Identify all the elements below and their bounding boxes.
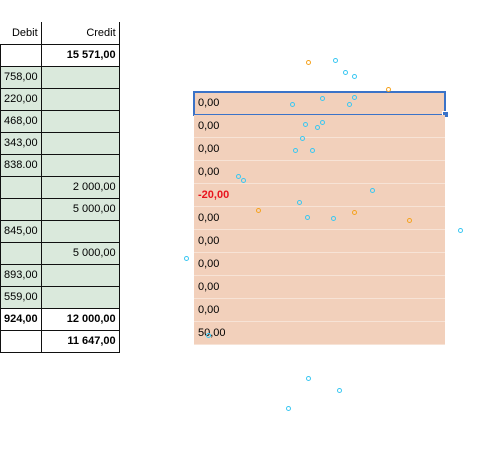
sparkle-dot — [286, 406, 291, 411]
value-cell[interactable]: 0,00 — [194, 253, 445, 276]
credit-cell[interactable] — [40, 219, 120, 243]
credit-cell[interactable]: 15 571,00 — [40, 43, 120, 67]
value-text: -20,00 — [198, 189, 230, 201]
table-row: 893,00 — [0, 263, 120, 287]
credit-cell[interactable] — [40, 109, 120, 133]
value-text: 0,00 — [198, 304, 220, 316]
table-row: 11 647,00 — [0, 329, 120, 353]
debit-cell[interactable]: 559,00 — [0, 285, 42, 309]
sparkle-dot — [347, 102, 352, 107]
value-cell[interactable]: 50,00 — [194, 322, 445, 345]
sparkle-dot — [241, 178, 246, 183]
credit-cell[interactable]: 11 647,00 — [40, 329, 120, 353]
table-row: 2 000,00 — [0, 175, 120, 199]
value-cell[interactable]: 0,00 — [194, 276, 445, 299]
credit-header[interactable]: Credit — [40, 22, 120, 45]
debit-cell[interactable] — [0, 43, 42, 67]
selected-value-cell[interactable]: 0,00 — [193, 91, 449, 118]
value-text: 0,00 — [198, 120, 220, 132]
sparkle-dot — [306, 376, 311, 381]
sparkle-dot — [320, 96, 325, 101]
debit-cell[interactable]: 343,00 — [0, 131, 42, 155]
sparkle-dot — [315, 125, 320, 130]
sparkle-dot — [297, 200, 302, 205]
credit-cell[interactable] — [40, 87, 120, 111]
value-text: 0,00 — [198, 97, 220, 109]
sparkle-dot — [320, 120, 325, 125]
table-row: 559,00 — [0, 285, 120, 309]
value-cell[interactable]: 0,00 — [194, 299, 445, 322]
table-row: 5 000,00 — [0, 197, 120, 221]
table-row: 5 000,00 — [0, 241, 120, 265]
value-text: 0,00 — [198, 212, 220, 224]
table-row: 468,00 — [0, 109, 120, 133]
sparkle-dot — [337, 388, 342, 393]
debit-cell[interactable]: 924,00 — [0, 307, 42, 331]
sparkle-dot — [300, 136, 305, 141]
sparkle-dot — [236, 174, 241, 179]
sparkle-dot — [352, 74, 357, 79]
credit-cell[interactable] — [40, 285, 120, 309]
sparkle-dot — [458, 228, 463, 233]
debit-cell[interactable]: 468,00 — [0, 109, 42, 133]
sparkle-dot — [331, 216, 336, 221]
table-row: 845,00 — [0, 219, 120, 243]
table-row: 343,00 — [0, 131, 120, 155]
value-text: 0,00 — [198, 166, 220, 178]
value-cell[interactable]: 0,00 — [194, 161, 445, 184]
debit-cell[interactable]: 758,00 — [0, 65, 42, 89]
table-row: 838.00 — [0, 153, 120, 177]
credit-cell[interactable]: 5 000,00 — [40, 197, 120, 221]
sparkle-dot — [184, 256, 189, 261]
sparkle-dot — [343, 70, 348, 75]
debit-cell[interactable] — [0, 329, 42, 353]
value-cell[interactable]: 0,00 — [194, 230, 445, 253]
sparkle-dot — [407, 218, 412, 223]
debit-cell[interactable]: 893,00 — [0, 263, 42, 287]
sparkle-dot — [352, 95, 357, 100]
value-text: 50,00 — [198, 327, 226, 339]
value-text: 0,00 — [198, 281, 220, 293]
table-row: 220,00 — [0, 87, 120, 111]
debit-cell[interactable]: 220,00 — [0, 87, 42, 111]
debit-header[interactable]: Debit — [0, 22, 42, 45]
sparkle-dot — [293, 148, 298, 153]
sparkle-dot — [206, 333, 211, 338]
value-cell[interactable]: -20,00 — [194, 184, 445, 207]
ledger-table: Debit Credit 15 571,00 758,00 220,00 468,00… — [0, 22, 120, 353]
table-row: 15 571,00 — [0, 43, 120, 67]
sparkle-dot — [370, 188, 375, 193]
debit-cell[interactable]: 845,00 — [0, 219, 42, 243]
sparkle-dot — [352, 210, 357, 215]
credit-cell[interactable]: 12 000,00 — [40, 307, 120, 331]
debit-cell[interactable]: 838.00 — [0, 153, 42, 177]
credit-cell[interactable] — [40, 263, 120, 287]
sparkle-dot — [290, 102, 295, 107]
sparkle-dot — [310, 148, 315, 153]
sparkle-dot — [256, 208, 261, 213]
value-cell[interactable]: 0,00 — [194, 138, 445, 161]
sparkle-dot — [333, 58, 338, 63]
debit-cell[interactable] — [0, 197, 42, 221]
credit-cell[interactable] — [40, 153, 120, 177]
sparkle-dot — [303, 122, 308, 127]
credit-cell[interactable] — [40, 65, 120, 89]
sparkle-dot — [305, 215, 310, 220]
value-text: 0,00 — [198, 143, 220, 155]
debit-cell[interactable] — [0, 241, 42, 265]
sparkle-dot — [306, 60, 311, 65]
credit-cell[interactable] — [40, 131, 120, 155]
value-text: 0,00 — [198, 235, 220, 247]
value-text: 0,00 — [198, 258, 220, 270]
debit-cell[interactable] — [0, 175, 42, 199]
table-row: 924,00 12 000,00 — [0, 307, 120, 331]
credit-cell[interactable]: 5 000,00 — [40, 241, 120, 265]
credit-cell[interactable]: 2 000,00 — [40, 175, 120, 199]
table-row: 758,00 — [0, 65, 120, 89]
sparkle-dot — [386, 87, 391, 92]
